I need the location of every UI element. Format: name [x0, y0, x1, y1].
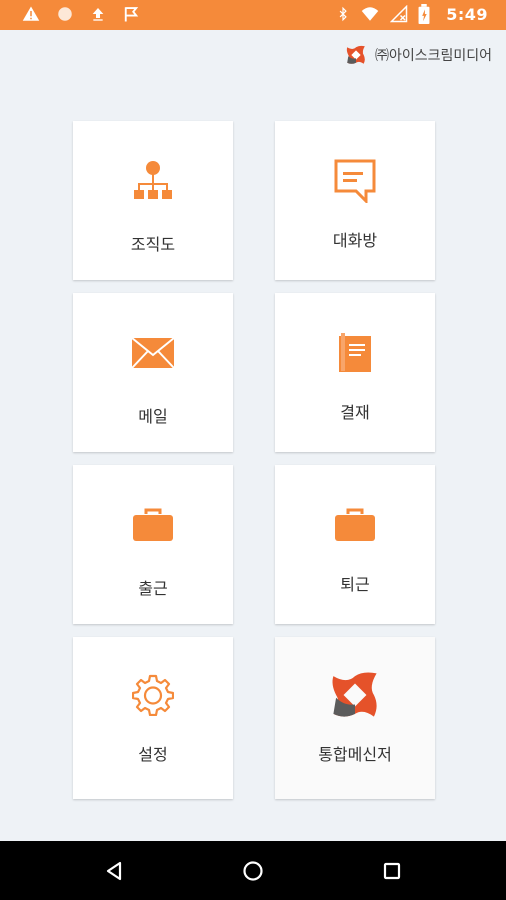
- recent-apps-icon[interactable]: [380, 859, 404, 883]
- menu-tile-check-in[interactable]: 출근: [73, 465, 233, 624]
- home-icon[interactable]: [241, 859, 265, 883]
- warning-icon: [22, 6, 40, 21]
- menu-label-check-in: 출근: [138, 579, 168, 598]
- menu-tile-org-chart[interactable]: 조직도: [73, 121, 233, 280]
- menu-label-messenger: 통합메신저: [318, 745, 392, 764]
- flag-icon: [124, 7, 139, 22]
- company-brand: ㈜아이스크림미디어: [345, 44, 492, 66]
- org-chart-icon: [134, 161, 172, 199]
- wifi-icon: [361, 7, 379, 21]
- menu-label-org-chart: 조직도: [130, 235, 176, 254]
- navigation-bar: [0, 841, 506, 900]
- menu-label-mail: 메일: [138, 407, 168, 426]
- menu-label-check-out: 퇴근: [340, 575, 370, 594]
- back-icon[interactable]: [102, 859, 126, 883]
- chat-bubble-icon: [334, 159, 376, 203]
- menu-label-settings: 설정: [138, 745, 168, 764]
- signal-icon: [390, 5, 408, 23]
- status-left-icons: [22, 5, 140, 23]
- menu-tile-mail[interactable]: 메일: [73, 293, 233, 452]
- menu-tile-approval[interactable]: 결재: [275, 293, 435, 452]
- circle-icon: [58, 7, 72, 21]
- menu-tile-messenger[interactable]: 통합메신저: [275, 637, 435, 799]
- status-bar: 5:49: [0, 0, 506, 30]
- mail-icon: [131, 337, 175, 369]
- bluetooth-icon: [339, 6, 347, 22]
- menu-label-chat: 대화방: [332, 231, 378, 250]
- company-name: ㈜아이스크림미디어: [374, 48, 492, 64]
- messenger-logo-icon: [332, 672, 377, 717]
- document-icon: [339, 333, 371, 372]
- upload-icon: [92, 8, 104, 21]
- company-logo-icon: [346, 45, 365, 64]
- menu-label-approval: 결재: [340, 403, 370, 422]
- briefcase-icon: [335, 508, 375, 541]
- menu-tile-chat[interactable]: 대화방: [275, 121, 435, 280]
- briefcase-icon: [133, 508, 173, 541]
- status-time: 5:49: [446, 4, 488, 24]
- menu-tile-settings[interactable]: 설정: [73, 637, 233, 799]
- gear-icon: [132, 674, 174, 716]
- battery-icon: [418, 4, 430, 24]
- status-right-icons: 5:49: [336, 4, 488, 24]
- menu-tile-check-out[interactable]: 퇴근: [275, 465, 435, 624]
- menu-grid: 조직도 대화방 메일 결재 출근 퇴근 설정 통합메신저: [73, 121, 435, 799]
